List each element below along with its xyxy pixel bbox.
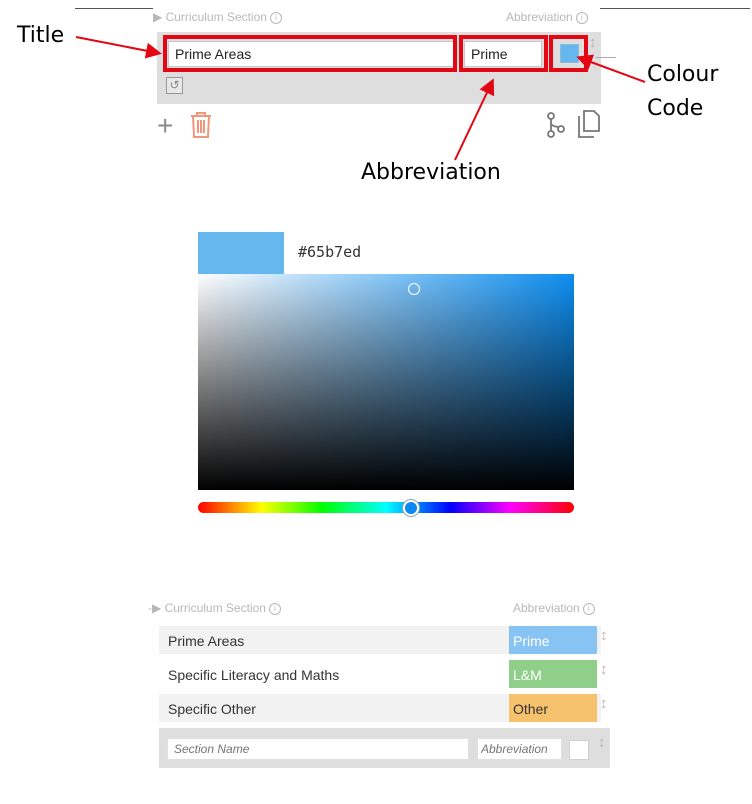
info-icon[interactable]: i — [268, 602, 281, 615]
abbr-chip[interactable]: L&M — [509, 660, 597, 688]
list-abbr-header: Abbreviation i — [513, 601, 595, 615]
annotation-arrows — [75, 36, 646, 161]
abbr-chip[interactable]: Prime — [509, 626, 597, 654]
hex-value[interactable]: #65b7ed — [298, 243, 361, 261]
list-item[interactable]: Specific Literacy and Maths L&M ↕ — [159, 660, 608, 688]
picker-cursor[interactable] — [408, 283, 420, 295]
new-colour-swatch[interactable] — [569, 740, 589, 760]
hue-slider[interactable] — [198, 502, 574, 513]
expand-arrow-icon[interactable]: -▶ — [148, 601, 161, 615]
sort-handle-icon[interactable]: ↕ — [598, 734, 606, 751]
title-arrow — [75, 36, 162, 59]
list-section-header: -▶ Curriculum Section i — [148, 601, 281, 615]
section-name-input[interactable] — [167, 738, 469, 760]
info-icon[interactable]: i — [582, 602, 595, 615]
colour-picker: #65b7ed — [198, 232, 577, 522]
abbr-chip[interactable]: Other — [509, 694, 597, 722]
new-section-row: ↕ — [159, 728, 610, 768]
list-item[interactable]: Prime Areas Prime ↕ — [159, 626, 608, 654]
sort-handle-icon[interactable]: ↕ — [600, 627, 608, 644]
hue-slider-thumb[interactable] — [403, 500, 419, 516]
section-list: Prime Areas Prime ↕ Specific Literacy an… — [159, 626, 611, 768]
sort-handle-icon[interactable]: ↕ — [600, 661, 608, 678]
colour-preview-swatch — [198, 232, 284, 274]
saturation-value-area[interactable] — [198, 274, 574, 490]
abbreviation-arrow — [454, 78, 495, 161]
sort-handle-icon[interactable]: ↕ — [600, 695, 608, 712]
colour-code-arrow — [576, 54, 646, 83]
new-abbreviation-input[interactable] — [477, 738, 562, 760]
list-item[interactable]: Specific Other Other ↕ — [159, 694, 608, 722]
